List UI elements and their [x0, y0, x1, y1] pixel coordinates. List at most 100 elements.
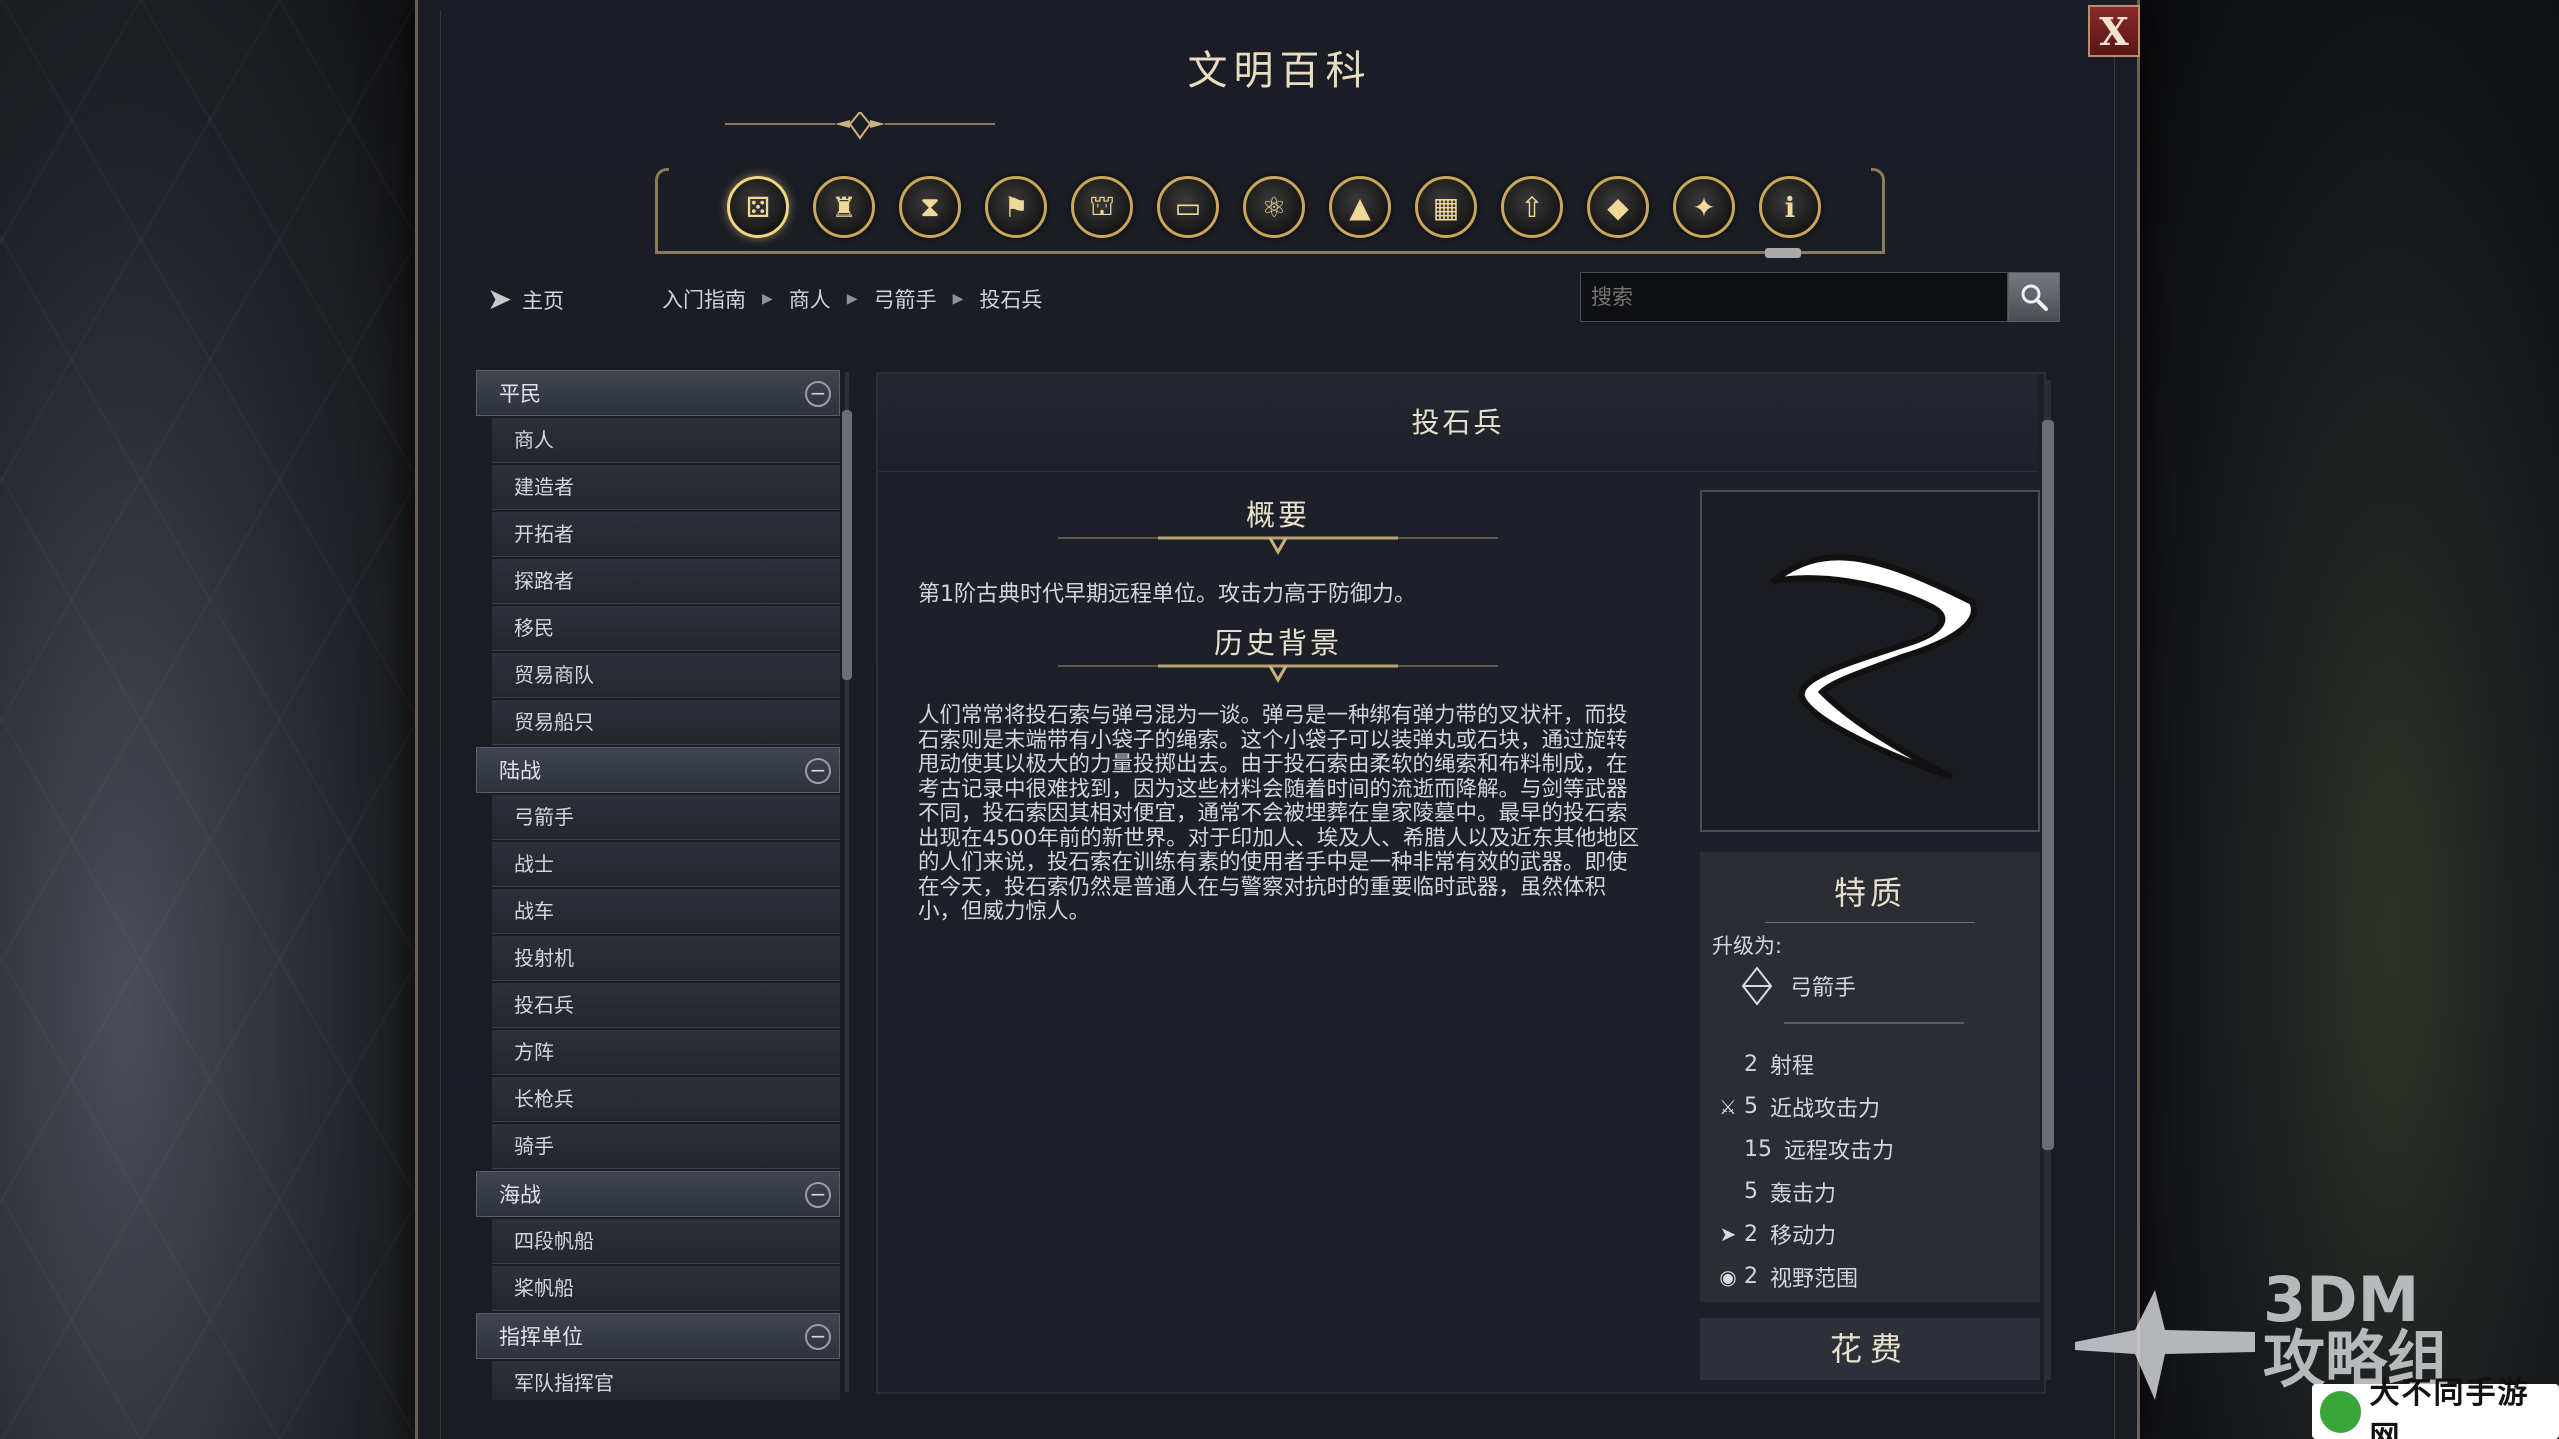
- sidebar-group-label: 海战: [499, 1183, 541, 1207]
- resource-icon[interactable]: ◆: [1587, 176, 1649, 238]
- sidebar-item[interactable]: 移民: [492, 606, 840, 651]
- atom-icon[interactable]: ⚛: [1243, 176, 1305, 238]
- stat-value: 5: [1744, 1094, 1758, 1119]
- stat-label: 近战攻击力: [1770, 1096, 1881, 1122]
- close-button[interactable]: X: [2088, 5, 2140, 57]
- search-icon: [2021, 284, 2048, 311]
- breadcrumb-item[interactable]: 弓箭手: [874, 284, 937, 314]
- traits-heading: 特质: [1833, 874, 1906, 912]
- trait-stat-row: 5 轰击力: [1712, 1176, 1836, 1208]
- unit-portrait: [1700, 490, 2040, 832]
- home-link[interactable]: ➤ 主页: [487, 282, 564, 317]
- sidebar-item[interactable]: 桨帆船: [492, 1266, 840, 1311]
- sidebar-group-label: 指挥单位: [499, 1325, 583, 1349]
- sidebar-item[interactable]: 长枪兵: [492, 1077, 840, 1122]
- sidebar-item[interactable]: 商人: [492, 418, 840, 463]
- stat-label: 视野范围: [1770, 1266, 1859, 1292]
- sidebar-item[interactable]: 投射机: [492, 936, 840, 981]
- breadcrumb-item[interactable]: 投石兵: [979, 284, 1042, 314]
- flag-icon[interactable]: ⚑: [985, 176, 1047, 238]
- stat-value: 2: [1744, 1264, 1758, 1289]
- sidebar-item[interactable]: 战车: [492, 889, 840, 934]
- units-icon[interactable]: ⚄: [727, 176, 789, 238]
- article-scrollbar-thumb[interactable]: [2042, 420, 2054, 1150]
- collapse-icon[interactable]: −: [805, 381, 831, 407]
- sidebar-item[interactable]: 军队指挥官: [492, 1361, 840, 1400]
- back-arrow-icon: ➤: [487, 282, 513, 317]
- mountain-icon[interactable]: ▲: [1329, 176, 1391, 238]
- archer-unit-icon: [1741, 966, 1773, 1006]
- trait-stat-row: 15 远程攻击力: [1712, 1133, 1894, 1165]
- stat-value: 2: [1744, 1221, 1758, 1247]
- goblet-icon[interactable]: ♜: [813, 176, 875, 238]
- sidebar-group-header[interactable]: 陆战 −: [476, 747, 840, 793]
- search-input[interactable]: [1580, 272, 2008, 322]
- hourglass-icon[interactable]: ⧗: [899, 176, 961, 238]
- collapse-icon[interactable]: −: [805, 1182, 831, 1208]
- city-icon[interactable]: ▦: [1415, 176, 1477, 238]
- history-text: 人们常常将投石索与弹弓混为一谈。弹弓是一种绑有弹力带的叉状杆，而投石索则是末端带…: [918, 703, 1640, 924]
- collapse-icon[interactable]: −: [805, 1324, 831, 1350]
- stat-value: 2: [1744, 1051, 1758, 1077]
- sidebar-item[interactable]: 贸易商队: [492, 653, 840, 698]
- sidebar-group-header[interactable]: 海战 −: [476, 1171, 840, 1217]
- traits-divider: [1765, 922, 1975, 923]
- sidebar-item[interactable]: 方阵: [492, 1030, 840, 1075]
- summary-ornament: [1058, 536, 1498, 556]
- upgrade-target-label: 弓箭手: [1790, 976, 1857, 1001]
- article-title: 投石兵: [878, 374, 2038, 472]
- collapse-icon[interactable]: −: [805, 758, 831, 784]
- government-icon[interactable]: ⛫: [1071, 176, 1133, 238]
- summary-text: 第1阶古典时代早期远程单位。攻击力高于防御力。: [918, 582, 1416, 607]
- sidebar-group-header[interactable]: 指挥单位 −: [476, 1313, 840, 1359]
- search-button[interactable]: [2008, 272, 2060, 322]
- sidebar-item[interactable]: 骑手: [492, 1124, 840, 1169]
- breadcrumb-separator-icon: ▶: [762, 291, 773, 307]
- sidebar-item[interactable]: 战士: [492, 842, 840, 887]
- book-icon[interactable]: ▭: [1157, 176, 1219, 238]
- leaf-logo-icon: [2320, 1390, 2362, 1433]
- breadcrumb-item[interactable]: 商人: [789, 284, 831, 314]
- sidebar-item[interactable]: 投石兵: [492, 983, 840, 1028]
- traits-divider-2: [1784, 1022, 1964, 1024]
- article-panel: 投石兵 概要 第1阶古典时代早期远程单位。攻击力高于防御力。 历史背景 人们常常…: [876, 372, 2046, 1394]
- slinger-icon: [1770, 554, 1977, 780]
- movement-arrow-icon: ➤: [1719, 1222, 1737, 1246]
- sidebar-item[interactable]: 建造者: [492, 465, 840, 510]
- sidebar-group-header[interactable]: 平民 −: [476, 370, 840, 416]
- history-ornament: [1058, 664, 1498, 684]
- sidebar-item[interactable]: 探路者: [492, 559, 840, 604]
- summary-heading: 概要: [1245, 498, 1310, 532]
- sidebar-item[interactable]: 贸易船只: [492, 700, 840, 745]
- title-ornament: [725, 112, 995, 140]
- sidebar-scrollbar-thumb[interactable]: [842, 410, 852, 680]
- stat-label: 射程: [1770, 1054, 1815, 1079]
- sidebar-group-label: 平民: [499, 382, 541, 406]
- breadcrumb-separator-icon: ▶: [846, 291, 858, 307]
- sidebar-item[interactable]: 开拓者: [492, 512, 840, 557]
- category-icon-row: ⚄ ♜ ⧗ ⚑ ⛫ ▭ ⚛ ▲ ▦ ⇧ ◆ ✦ ℹ: [727, 176, 1821, 238]
- traits-panel: 特质 升级为: 弓箭手 2 射程 ⚔ 5 近战攻击力 15 远程攻击力 5 轰击力 ➤ 2 移动力 ◉ 2…: [1700, 852, 2040, 1302]
- breadcrumb-separator-icon: ▶: [952, 291, 964, 307]
- stat-label: 移动力: [1770, 1224, 1837, 1249]
- sword-logo-icon: [2075, 1290, 2255, 1400]
- history-heading: 历史背景: [1213, 626, 1342, 660]
- dove-icon[interactable]: ✦: [1673, 176, 1735, 238]
- breadcrumb-item[interactable]: 入门指南: [662, 284, 746, 314]
- sidebar-list: 平民 − 商人 建造者 开拓者 探路者 移民 贸易商队 贸易船只陆战 − 弓箭手 战士 战车 投射机 投石兵…: [476, 370, 840, 1400]
- trait-stat-row: ➤ 2 移动力: [1712, 1218, 1836, 1250]
- upgrade-arrow-icon[interactable]: ⇧: [1501, 176, 1563, 238]
- trait-stat-row: ⚔ 5 近战攻击力: [1712, 1091, 1880, 1123]
- stat-label: 远程攻击力: [1784, 1139, 1895, 1164]
- upgrade-target-link[interactable]: 弓箭手: [1740, 966, 1856, 1006]
- site-badge: 大不同手游网: [2312, 1376, 2559, 1439]
- sidebar-item[interactable]: 弓箭手: [492, 795, 840, 840]
- sidebar-group-label: 陆战: [499, 759, 541, 783]
- stat-label: 轰击力: [1770, 1181, 1837, 1207]
- sidebar-item[interactable]: 四段帆船: [492, 1219, 840, 1264]
- toolbar-cap-left: [655, 168, 669, 254]
- category-page-indicator: [1765, 248, 1801, 258]
- sight-eye-icon: ◉: [1719, 1264, 1737, 1289]
- info-icon[interactable]: ℹ: [1759, 176, 1821, 238]
- background-hex-board: [0, 0, 420, 1439]
